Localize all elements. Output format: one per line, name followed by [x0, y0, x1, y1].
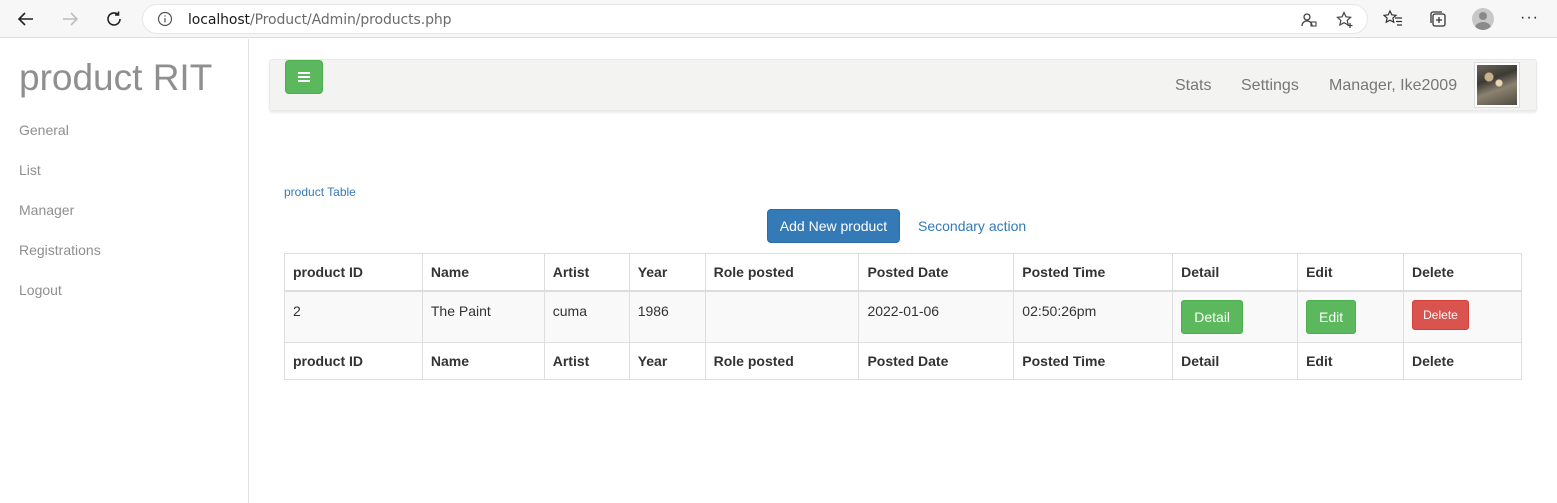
sidebar-item-registrations[interactable]: Registrations [19, 242, 101, 258]
cell-role-posted [704, 290, 860, 343]
sidebar-item-general[interactable]: General [19, 122, 69, 138]
detail-button[interactable]: Detail [1181, 299, 1244, 334]
secondary-action-link[interactable]: Secondary action [918, 218, 1026, 234]
cell-edit: Edit [1297, 290, 1404, 343]
cell-detail: Detail [1172, 290, 1299, 343]
cell-delete: Delete [1402, 290, 1523, 343]
brand-title[interactable]: product RIT [19, 57, 212, 99]
cell-posted-date: 2022-01-06 [858, 290, 1015, 343]
url-path: /Product/Admin/products.php [249, 12, 452, 28]
column-header: Name [421, 253, 545, 292]
column-footer: Edit [1297, 342, 1404, 380]
column-footer: Name [421, 342, 545, 380]
column-header: Delete [1402, 253, 1523, 292]
add-new-product-button[interactable]: Add New product [767, 209, 900, 243]
table-footer-row: product ID Name Artist Year Role posted … [284, 342, 1523, 380]
back-arrow-icon[interactable] [13, 6, 39, 32]
cell-product-id: 2 [284, 290, 423, 343]
column-footer: Role posted [704, 342, 860, 380]
favorites-icon[interactable] [1383, 9, 1403, 29]
delete-button[interactable]: Delete [1411, 299, 1469, 330]
avatar[interactable] [1474, 62, 1520, 108]
column-footer: Detail [1172, 342, 1299, 380]
cell-name: The Paint [421, 290, 545, 343]
sidebar: product RIT General List Manager Registr… [0, 39, 249, 503]
add-favorite-icon[interactable] [1336, 11, 1354, 29]
table-caption: product Table [284, 185, 356, 199]
column-footer: Year [628, 342, 706, 380]
column-footer: Posted Date [858, 342, 1015, 380]
table-header-row: product ID Name Artist Year Role posted … [284, 253, 1523, 292]
top-navbar: Stats Settings Manager, Ike2009 [269, 59, 1537, 111]
menu-toggle-button[interactable] [285, 60, 323, 94]
more-icon[interactable]: ··· [1520, 9, 1539, 27]
sidebar-item-list[interactable]: List [19, 162, 41, 178]
browser-toolbar: localhost/Product/Admin/products.php ··· [0, 0, 1557, 38]
column-footer: Posted Time [1013, 342, 1174, 380]
forward-arrow-icon[interactable] [57, 6, 83, 32]
column-header: Posted Time [1013, 253, 1174, 292]
products-table: product ID Name Artist Year Role posted … [284, 253, 1523, 380]
address-bar[interactable]: localhost/Product/Admin/products.php [142, 4, 1368, 34]
column-header: Role posted [704, 253, 860, 292]
url-text[interactable]: localhost/Product/Admin/products.php [188, 12, 452, 28]
nav-link-user[interactable]: Manager, Ike2009 [1329, 77, 1457, 95]
refresh-icon[interactable] [101, 6, 127, 32]
nav-link-settings[interactable]: Settings [1241, 77, 1299, 95]
column-footer: Artist [543, 342, 630, 380]
column-header: product ID [284, 253, 423, 292]
profile-icon[interactable] [1472, 8, 1494, 30]
cell-artist: cuma [543, 290, 630, 343]
url-host: localhost [188, 12, 250, 28]
cell-year: 1986 [628, 290, 706, 343]
tracking-prevention-icon[interactable] [1300, 11, 1318, 29]
collections-icon[interactable] [1428, 9, 1448, 29]
column-footer: Delete [1402, 342, 1523, 380]
sidebar-item-logout[interactable]: Logout [19, 282, 62, 298]
cell-posted-time: 02:50:26pm [1013, 290, 1174, 343]
sidebar-item-manager[interactable]: Manager [19, 202, 74, 218]
column-header: Detail [1172, 253, 1299, 292]
column-header: Edit [1297, 253, 1404, 292]
edit-button[interactable]: Edit [1306, 299, 1357, 334]
column-header: Posted Date [858, 253, 1015, 292]
column-header: Year [628, 253, 706, 292]
column-header: Artist [543, 253, 630, 292]
nav-link-stats[interactable]: Stats [1175, 77, 1211, 95]
info-icon[interactable] [157, 11, 173, 27]
hamburger-icon [298, 72, 310, 82]
table-row: 2 The Paint cuma 1986 2022-01-06 02:50:2… [284, 290, 1523, 343]
column-footer: product ID [284, 342, 423, 380]
